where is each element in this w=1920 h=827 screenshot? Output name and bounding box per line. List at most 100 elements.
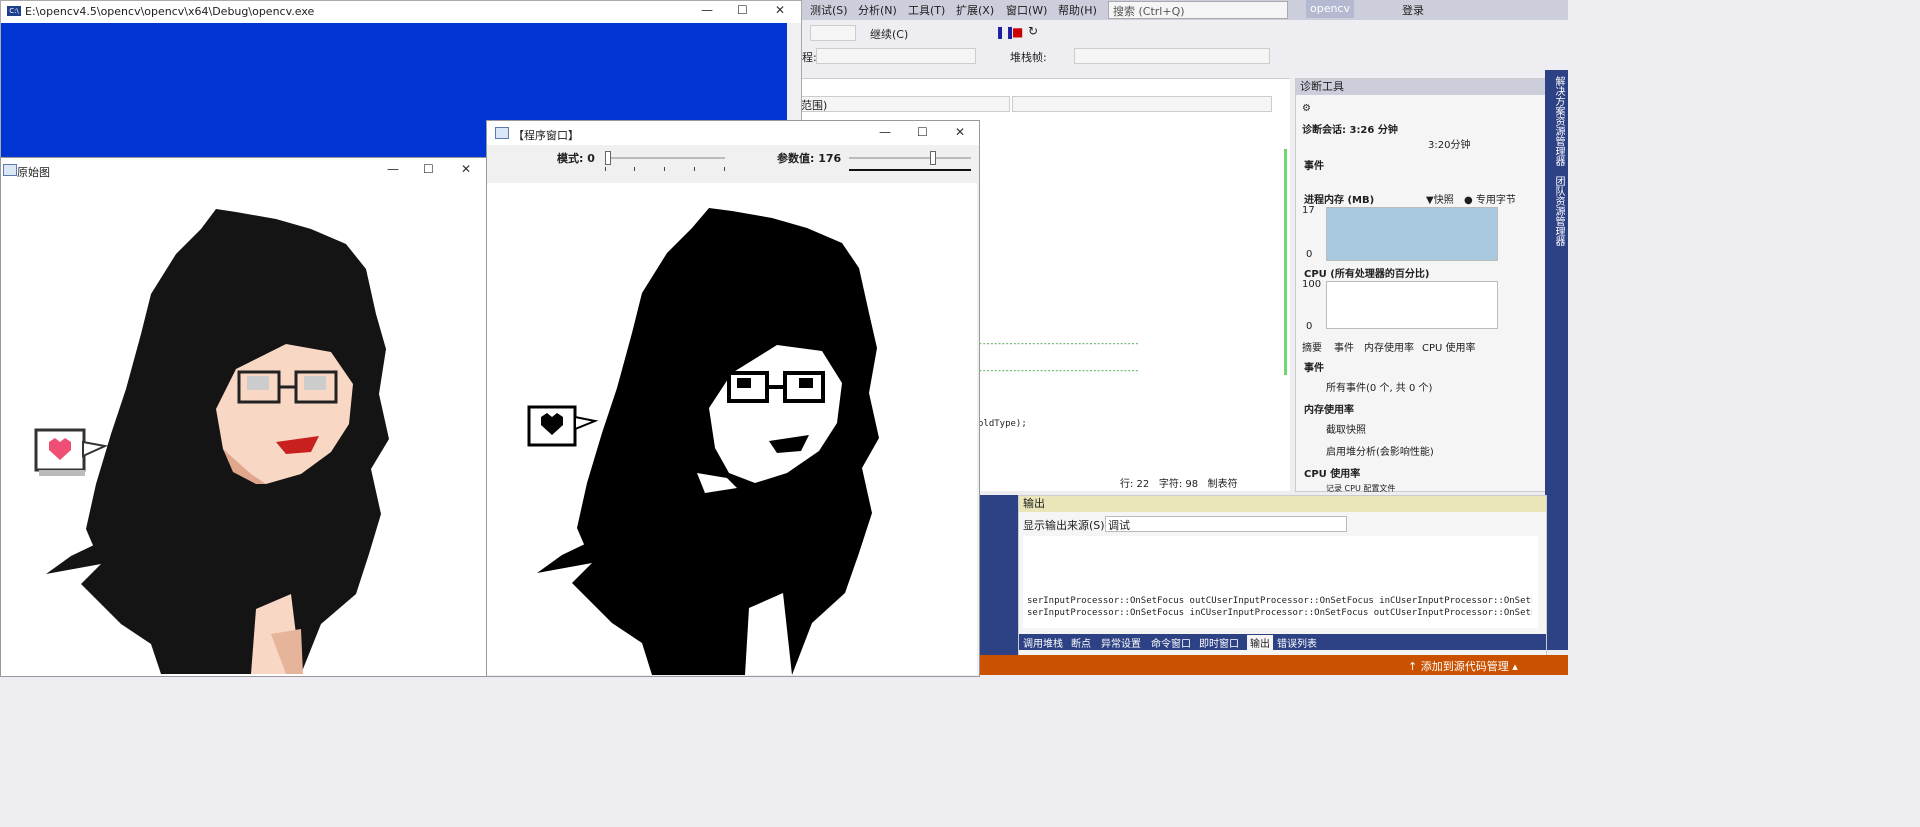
all-events: 所有事件(0 个, 共 0 个): [1326, 383, 1433, 394]
timeline-mark: 3:20分钟: [1428, 140, 1471, 151]
tab-breakpoints[interactable]: 断点: [1071, 635, 1091, 650]
program-window-titlebar[interactable]: 【程序窗口】 — ☐ ✕: [487, 121, 979, 145]
param-trackbar-thumb[interactable]: [930, 151, 937, 165]
output-tabs: 调用堆栈 断点 异常设置 命令窗口 即时窗口 输出 错误列表: [1019, 634, 1546, 650]
menu-test[interactable]: 测试(S): [810, 2, 848, 18]
stack-frame-label: 堆栈帧:: [1010, 51, 1047, 64]
param-label: 参数值: 176: [777, 152, 842, 165]
solution-explorer-tab[interactable]: 解决方案资源管理器: [1548, 76, 1566, 166]
left-dock-panel: [978, 495, 1018, 655]
tab-cpu[interactable]: CPU 使用率: [1422, 339, 1476, 354]
code-line: oldType);: [978, 419, 1027, 429]
maximize-icon[interactable]: ☐: [737, 3, 748, 17]
cpu-max-label: 100: [1302, 279, 1322, 290]
config-dropdown[interactable]: [810, 25, 856, 41]
binary-image: [487, 183, 977, 675]
change-margin: [1284, 149, 1287, 375]
code-comment-line: ----------------------------------------…: [978, 339, 1139, 348]
heap-profiling-button[interactable]: 启用堆分析(会影响性能): [1326, 443, 1434, 458]
window-icon: [3, 164, 17, 176]
tab-events[interactable]: 事件: [1334, 339, 1354, 354]
output-panel: 输出 显示输出来源(S): 调试 serInputProcessor::OnSe…: [1018, 495, 1547, 657]
stop-icon[interactable]: ■: [1012, 25, 1023, 39]
search-placeholder: 搜索 (Ctrl+Q): [1113, 5, 1185, 18]
mode-trackbar[interactable]: [605, 157, 725, 159]
cpu-usage-header: CPU 使用率: [1304, 469, 1361, 480]
output-text[interactable]: serInputProcessor::OnSetFocus outCUserIn…: [1023, 536, 1538, 628]
vs-toolbar: 继续(C) ❚❚ ■ ↻: [800, 20, 1568, 46]
tick-mark: [724, 167, 725, 171]
tick-mark: [634, 167, 635, 171]
cpu-label: CPU (所有处理器的百分比): [1304, 269, 1430, 280]
mem-max-label: 17: [1302, 205, 1315, 216]
minimize-icon[interactable]: —: [879, 125, 891, 139]
mem-usage-header: 内存使用率: [1304, 405, 1354, 416]
pixel-art-color-image: [34, 209, 389, 674]
stack-frame-dropdown[interactable]: [1074, 48, 1270, 64]
tab-output[interactable]: 输出: [1247, 635, 1273, 650]
console-titlebar[interactable]: C:\ E:\opencv4.5\opencv\opencv\x64\Debug…: [1, 1, 801, 23]
original-window-titlebar[interactable]: 原始图 — ☐ ✕: [1, 158, 486, 182]
settings-icon[interactable]: ⚙: [1302, 103, 1311, 114]
vs-debug-toolbar: 程: 堆栈帧:: [800, 46, 1568, 66]
events-header: 事件: [1304, 363, 1324, 374]
window-icon: [495, 127, 509, 139]
maximize-icon[interactable]: ☐: [917, 125, 928, 139]
process-label: 程:: [802, 51, 817, 64]
process-dropdown[interactable]: [816, 48, 976, 64]
session-time: 诊断会话: 3:26 分钟: [1302, 125, 1398, 136]
tab-call-stack[interactable]: 调用堆栈: [1023, 635, 1063, 650]
cpu-chart: [1326, 281, 1498, 329]
tab-mode: 制表符: [1207, 479, 1238, 490]
diagnostics-title: 诊断工具: [1296, 79, 1546, 95]
tab-exception[interactable]: 异常设置: [1101, 635, 1141, 650]
tab-summary[interactable]: 摘要: [1302, 339, 1322, 354]
vs-statusbar: ↑ 添加到源代码管理 ▴: [978, 655, 1568, 675]
minimize-icon[interactable]: —: [387, 162, 399, 176]
close-icon[interactable]: ✕: [775, 3, 785, 17]
mode-trackbar-thumb[interactable]: [605, 151, 611, 165]
project-name: opencv: [1306, 0, 1354, 18]
tab-command[interactable]: 命令窗口: [1151, 635, 1191, 650]
team-explorer-tab[interactable]: 团队资源管理器: [1548, 176, 1566, 246]
minimize-icon[interactable]: —: [701, 3, 713, 17]
output-line: serInputProcessor::OnSetFocus outCUserIn…: [1027, 596, 1532, 606]
menu-analyze[interactable]: 分析(N): [858, 2, 897, 18]
char-number: 字符: 98: [1158, 479, 1199, 490]
program-window-title: 【程序窗口】: [513, 129, 579, 142]
tab-immediate[interactable]: 即时窗口: [1199, 635, 1239, 650]
events-section: 事件: [1304, 161, 1324, 172]
mem-min-label: 0: [1306, 249, 1313, 260]
line-number: 行: 22: [1120, 479, 1150, 490]
menu-window[interactable]: 窗口(W): [1006, 2, 1047, 18]
tab-memory[interactable]: 内存使用率: [1364, 339, 1414, 354]
scope-dropdown[interactable]: 范围): [790, 96, 1010, 112]
menu-help[interactable]: 帮助(H): [1058, 2, 1097, 18]
member-dropdown[interactable]: [1012, 96, 1272, 112]
editor-status: 行: 22 字符: 98 制表符: [1120, 475, 1290, 490]
vs-search-input[interactable]: 搜索 (Ctrl+Q): [1108, 1, 1288, 19]
program-window[interactable]: 【程序窗口】 — ☐ ✕ 模式: 0 参数值: 176: [486, 120, 980, 677]
original-image-window[interactable]: 原始图 — ☐ ✕: [0, 157, 487, 677]
output-title: 输出: [1019, 496, 1546, 512]
take-snapshot-button[interactable]: 截取快照: [1326, 421, 1366, 436]
process-memory-label: 进程内存 (MB): [1304, 195, 1375, 206]
param-trackbar[interactable]: [849, 157, 971, 159]
cpu-min-label: 0: [1306, 321, 1313, 332]
login-link[interactable]: 登录: [1402, 2, 1424, 18]
tab-error-list[interactable]: 错误列表: [1277, 635, 1317, 650]
maximize-icon[interactable]: ☐: [423, 162, 434, 176]
add-source-control[interactable]: ↑ 添加到源代码管理 ▴: [1408, 658, 1518, 674]
original-window-title: 原始图: [17, 166, 50, 179]
pixel-art-threshold-image: [487, 183, 977, 675]
continue-button[interactable]: 继续(C): [870, 26, 908, 42]
restart-icon[interactable]: ↻: [1028, 24, 1038, 38]
close-icon[interactable]: ✕: [461, 162, 471, 176]
menu-extensions[interactable]: 扩展(X): [956, 2, 994, 18]
close-icon[interactable]: ✕: [955, 125, 965, 139]
menu-tools[interactable]: 工具(T): [908, 2, 945, 18]
mode-label: 模式: 0: [557, 152, 595, 165]
record-cpu-button[interactable]: 记录 CPU 配置文件: [1326, 483, 1395, 494]
memory-chart: [1326, 207, 1498, 261]
output-source-dropdown[interactable]: 调试: [1105, 516, 1347, 532]
